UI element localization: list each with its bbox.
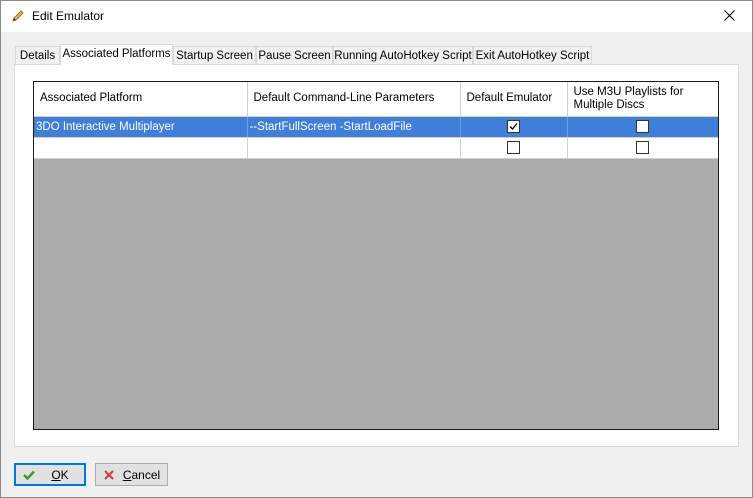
use-m3u-checkbox[interactable]: [636, 120, 649, 133]
x-icon: [102, 468, 116, 482]
ok-button-label: OK: [51, 467, 69, 482]
default-emulator-checkbox[interactable]: [507, 120, 520, 133]
checkmark-icon: [509, 123, 518, 130]
params-cell[interactable]: [247, 137, 461, 159]
close-button[interactable]: [706, 1, 752, 32]
tab-running-autohotkey-script[interactable]: Running AutoHotkey Script: [333, 46, 473, 64]
column-header-default-emulator[interactable]: Default Emulator: [460, 82, 568, 117]
tab-pause-screen[interactable]: Pause Screen: [256, 46, 333, 64]
tab-associated-platforms[interactable]: Associated Platforms: [60, 44, 173, 65]
column-header-use-m3u-playlists[interactable]: Use M3U Playlists for Multiple Discs: [567, 82, 718, 117]
ok-button[interactable]: OK: [14, 463, 86, 486]
cancel-button-label: Cancel: [122, 467, 161, 482]
use-m3u-cell[interactable]: [567, 116, 718, 138]
title-bar[interactable]: Edit Emulator: [1, 1, 752, 32]
tab-startup-screen[interactable]: Startup Screen: [173, 46, 256, 64]
use-m3u-cell[interactable]: [567, 137, 718, 159]
table-row[interactable]: 3DO Interactive Multiplayer --StartFullS…: [34, 116, 718, 138]
tab-exit-autohotkey-script[interactable]: Exit AutoHotkey Script: [473, 46, 592, 64]
platforms-grid[interactable]: Associated Platform Default Command-Line…: [33, 81, 719, 430]
default-emulator-checkbox[interactable]: [507, 141, 520, 154]
use-m3u-checkbox[interactable]: [636, 141, 649, 154]
cancel-button[interactable]: Cancel: [95, 463, 168, 486]
column-header-associated-platform[interactable]: Associated Platform: [34, 82, 248, 117]
tab-details[interactable]: Details: [15, 46, 60, 64]
default-emulator-cell[interactable]: [460, 137, 568, 159]
platform-cell[interactable]: 3DO Interactive Multiplayer: [34, 116, 248, 138]
close-icon: [723, 9, 735, 24]
edit-emulator-window: Edit Emulator Details Associated Platfor…: [0, 0, 753, 498]
table-row[interactable]: [34, 137, 718, 159]
params-cell[interactable]: --StartFullScreen -StartLoadFile: [247, 116, 461, 138]
platform-cell[interactable]: [34, 137, 248, 159]
grid-header-row: Associated Platform Default Command-Line…: [34, 82, 718, 117]
default-emulator-cell[interactable]: [460, 116, 568, 138]
pencil-icon: [11, 9, 25, 23]
column-header-command-line-parameters[interactable]: Default Command-Line Parameters: [247, 82, 461, 117]
window-title: Edit Emulator: [32, 9, 105, 23]
checkmark-icon: [22, 468, 36, 482]
